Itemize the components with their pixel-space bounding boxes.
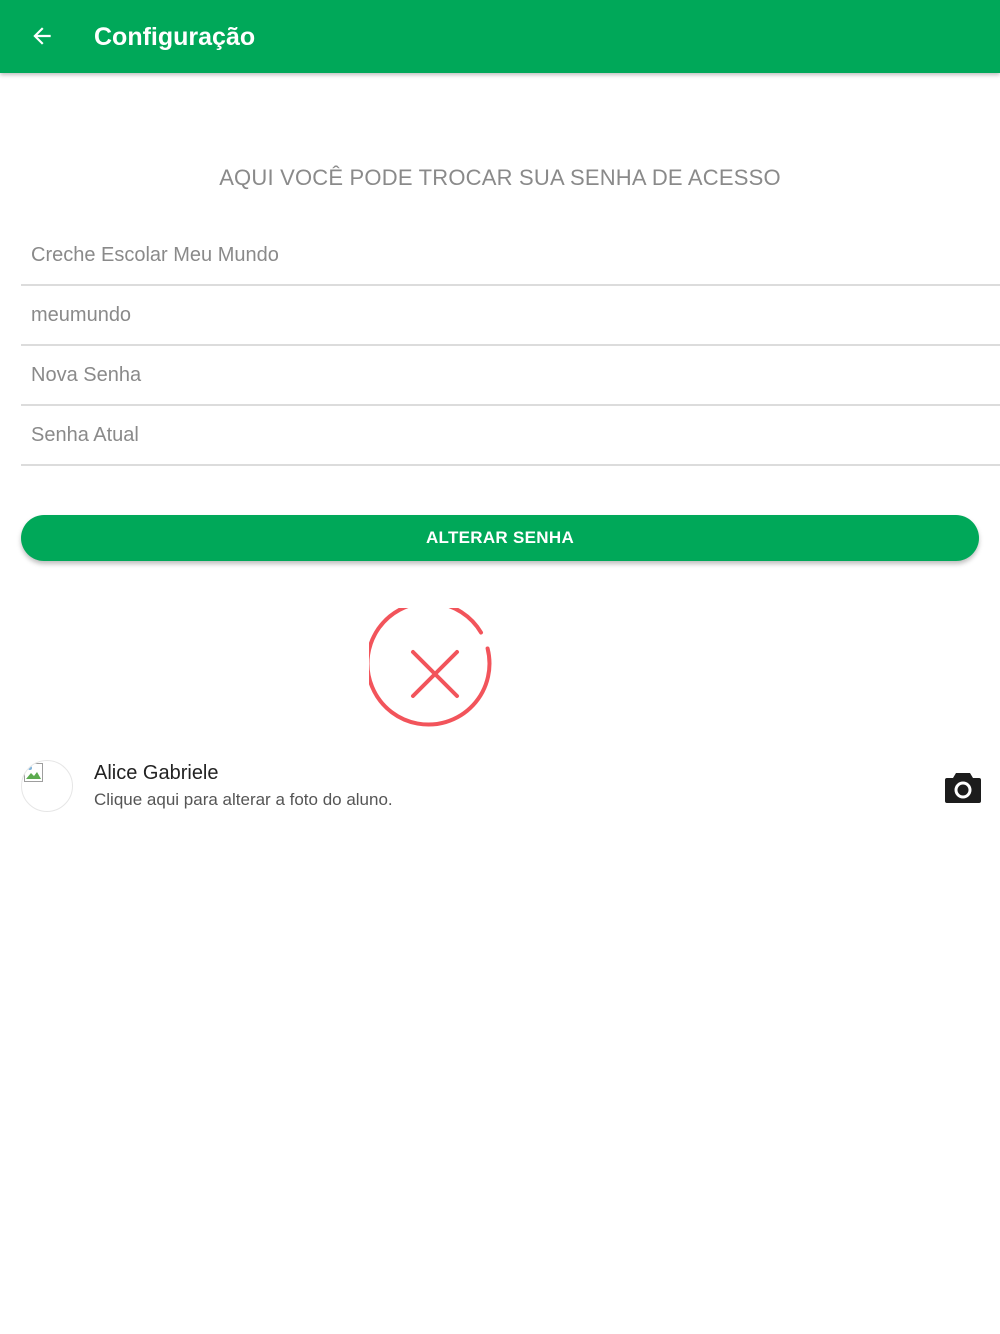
school-field	[21, 226, 1000, 286]
school-input[interactable]	[31, 226, 991, 284]
username-field	[21, 286, 1000, 346]
back-button[interactable]	[22, 16, 62, 56]
broken-image-icon	[24, 763, 43, 782]
new-password-field	[21, 346, 1000, 406]
username-input[interactable]	[31, 286, 991, 344]
current-password-input[interactable]	[31, 406, 991, 464]
arrow-left-icon	[33, 27, 51, 45]
instructions-text: AQUI VOCÊ PODE TROCAR SUA SENHA DE ACESS…	[219, 165, 781, 190]
student-photo-row[interactable]: Alice Gabriele Clique aqui para alterar …	[0, 752, 1000, 822]
page-title: Configuração	[94, 23, 256, 51]
current-password-field	[21, 406, 1000, 466]
error-x-circle-icon	[369, 608, 492, 727]
camera-icon[interactable]	[944, 770, 982, 804]
change-photo-hint: Clique aqui para alterar a foto do aluno…	[94, 790, 393, 809]
new-password-input[interactable]	[31, 346, 991, 404]
student-name: Alice Gabriele	[94, 762, 219, 784]
avatar[interactable]	[21, 760, 73, 812]
change-password-label: ALTERAR SENHA	[425, 528, 575, 547]
change-password-button[interactable]: ALTERAR SENHA	[21, 515, 979, 561]
app-bar: Configuração	[0, 0, 1000, 73]
